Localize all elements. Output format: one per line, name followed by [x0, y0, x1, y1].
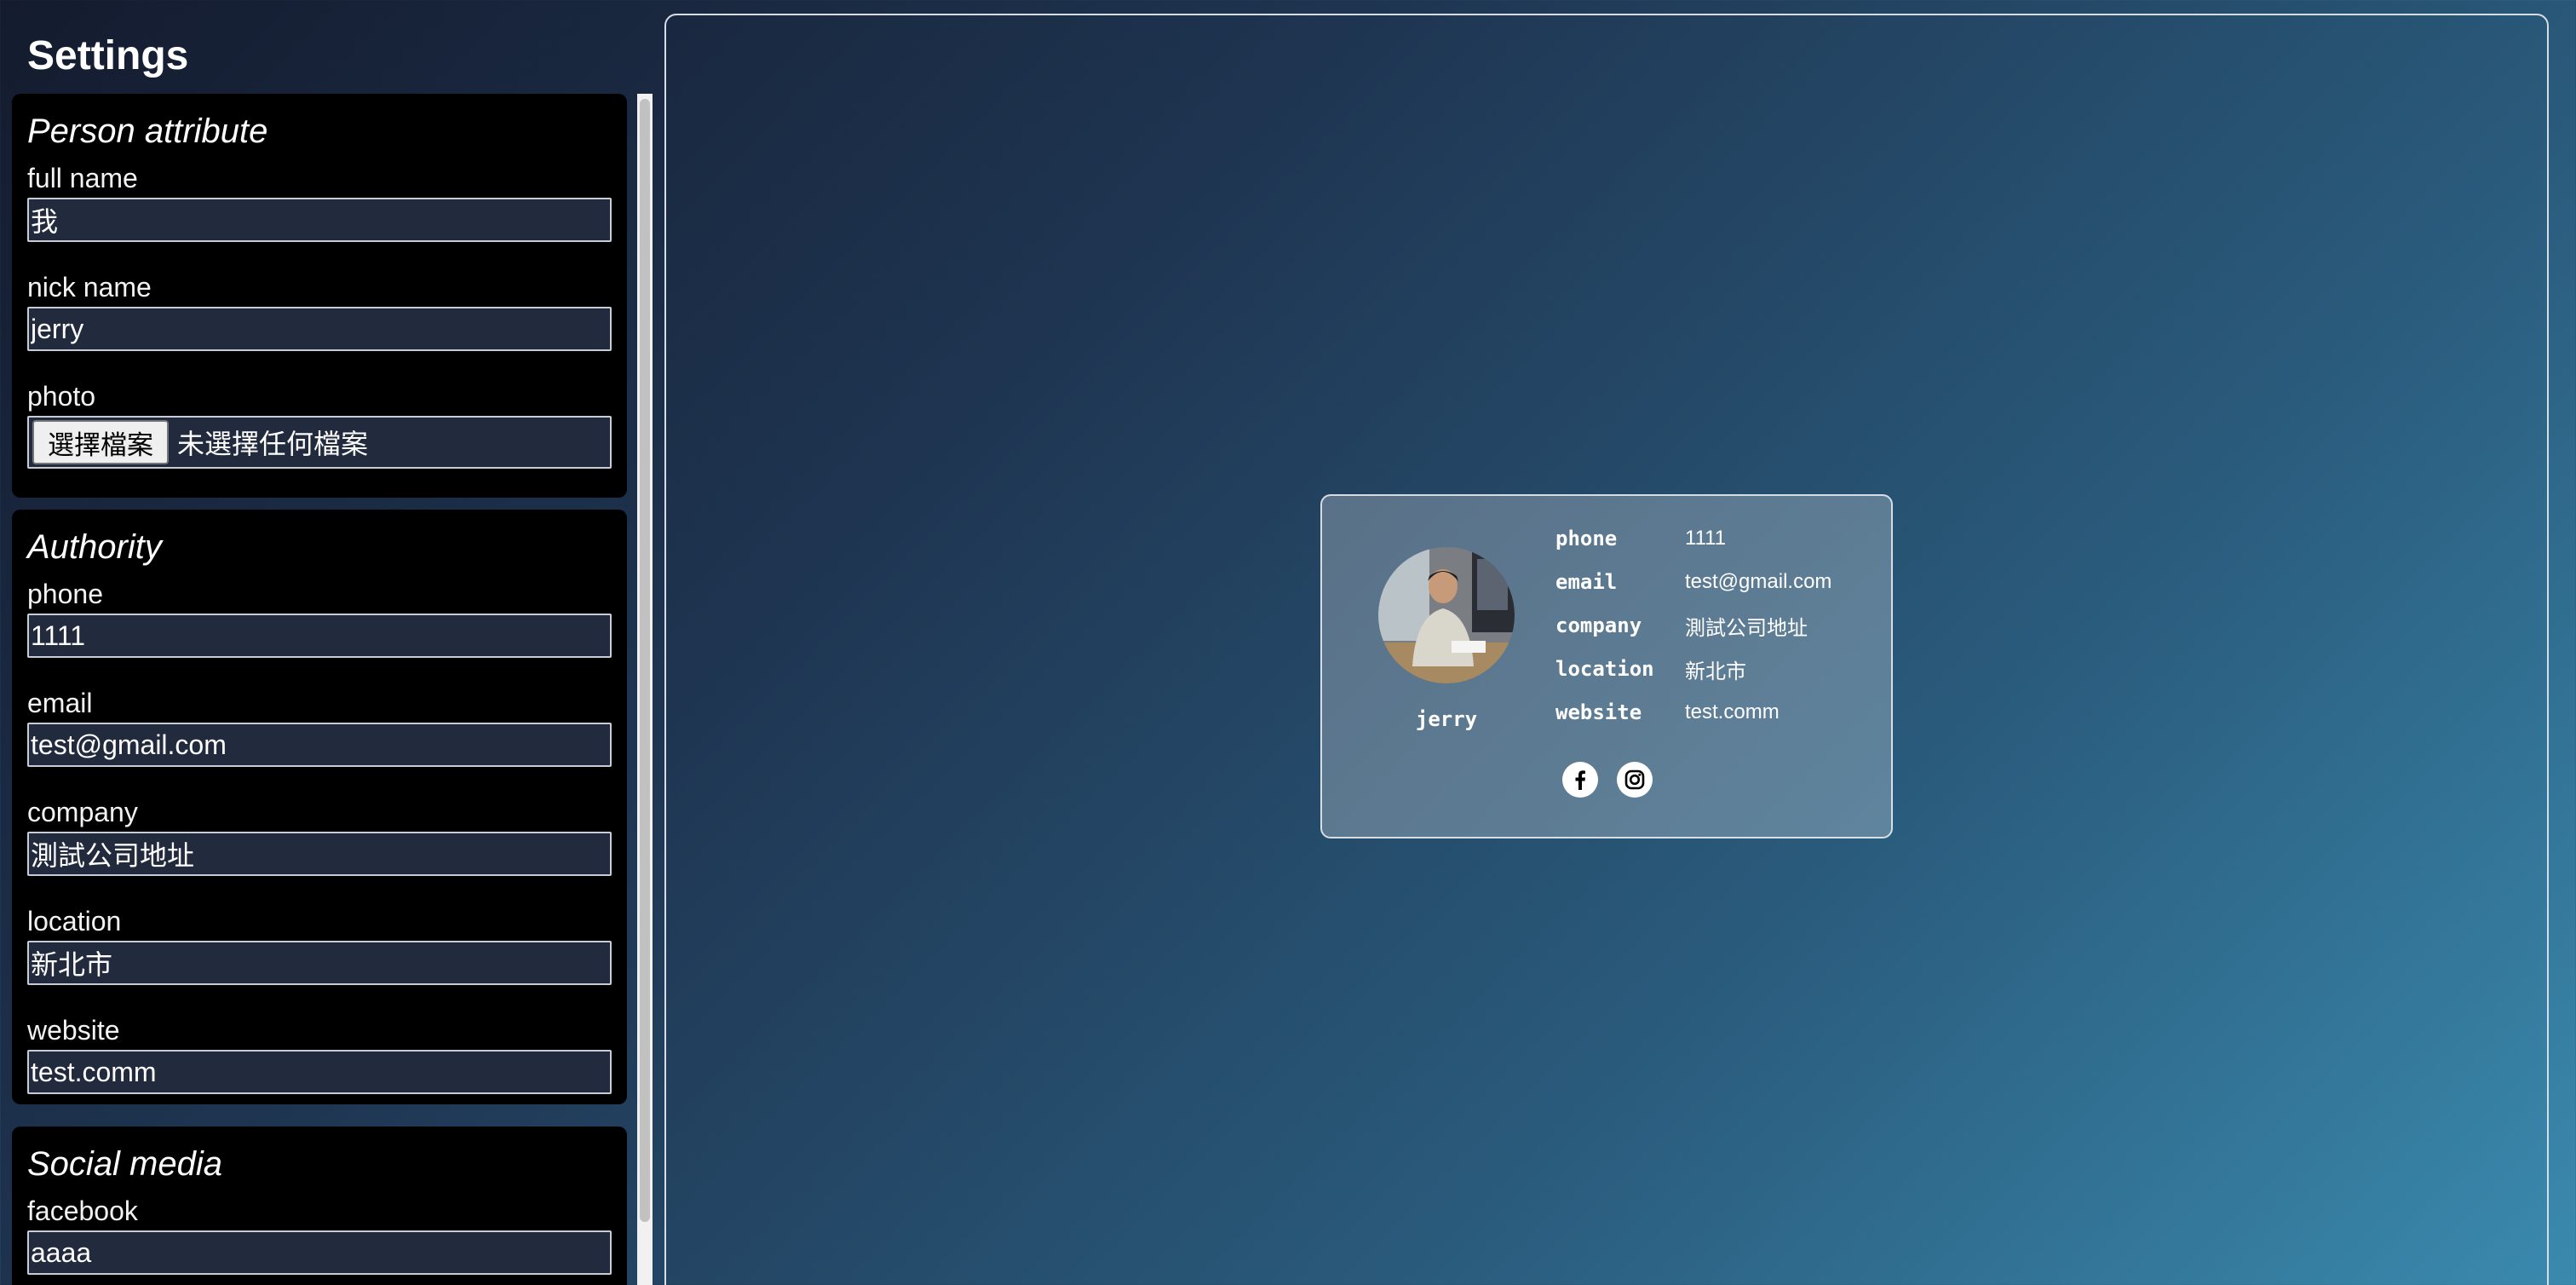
- avatar: [1378, 547, 1515, 683]
- choose-file-button[interactable]: 選擇檔案: [32, 420, 169, 464]
- nick-name-input[interactable]: [27, 307, 612, 351]
- company-label: company: [27, 797, 138, 827]
- photo-label: photo: [27, 381, 96, 412]
- card-row-key: location: [1555, 657, 1654, 681]
- card-row-phone: phone 1111: [1555, 525, 1726, 552]
- authority-panel: Authority phone email company location w…: [12, 510, 627, 1104]
- full-name-label: full name: [27, 163, 138, 193]
- website-label: website: [27, 1015, 120, 1046]
- phone-label: phone: [27, 579, 103, 609]
- card-row-value: test.comm: [1685, 700, 1780, 723]
- card-row-key: company: [1555, 614, 1642, 637]
- person-attribute-heading: Person attribute: [27, 112, 268, 150]
- card-row-email: email test@gmail.com: [1555, 568, 1831, 596]
- profile-card: jerry phone 1111 email test@gmail.com co…: [1320, 494, 1893, 838]
- card-row-value: 測試公司地址: [1685, 616, 1808, 640]
- facebook-icon[interactable]: [1562, 762, 1598, 798]
- email-label: email: [27, 688, 93, 718]
- card-row-value: 新北市: [1685, 660, 1746, 683]
- location-label: location: [27, 906, 122, 936]
- nick-name-label: nick name: [27, 272, 152, 303]
- company-input[interactable]: [27, 832, 612, 876]
- facebook-input[interactable]: [27, 1230, 612, 1275]
- card-nick-name: jerry: [1415, 707, 1478, 731]
- instagram-icon[interactable]: [1617, 762, 1653, 798]
- email-input[interactable]: [27, 723, 612, 767]
- settings-scroll-area[interactable]: Person attribute full name nick name pho…: [12, 94, 653, 1285]
- card-row-company: company 測試公司地址: [1555, 612, 1808, 640]
- sidebar-scrollbar-thumb[interactable]: [640, 99, 650, 1222]
- card-row-value: 1111: [1685, 527, 1727, 550]
- card-row-key: website: [1555, 700, 1642, 724]
- website-input[interactable]: [27, 1050, 612, 1094]
- phone-input[interactable]: [27, 614, 612, 658]
- authority-heading: Authority: [27, 528, 162, 566]
- card-row-website: website test.comm: [1555, 699, 1780, 726]
- card-row-key: phone: [1555, 527, 1618, 550]
- photo-file-input[interactable]: 選擇檔案 未選擇任何檔案: [27, 416, 612, 469]
- settings-title: Settings: [27, 33, 189, 78]
- sidebar-scrollbar[interactable]: [637, 94, 653, 1285]
- facebook-label: facebook: [27, 1196, 138, 1226]
- card-row-key: email: [1555, 570, 1618, 594]
- settings-sidebar: Settings Person attribute full name nick…: [0, 0, 664, 1285]
- person-attribute-panel: Person attribute full name nick name pho…: [12, 94, 627, 498]
- no-file-chosen-text: 未選擇任何檔案: [177, 429, 369, 459]
- social-media-heading: Social media: [27, 1145, 223, 1183]
- card-row-value: test@gmail.com: [1685, 570, 1832, 593]
- card-row-location: location 新北市: [1555, 655, 1746, 683]
- social-media-panel: Social media facebook: [12, 1127, 627, 1285]
- location-input[interactable]: [27, 941, 612, 985]
- full-name-input[interactable]: [27, 198, 612, 242]
